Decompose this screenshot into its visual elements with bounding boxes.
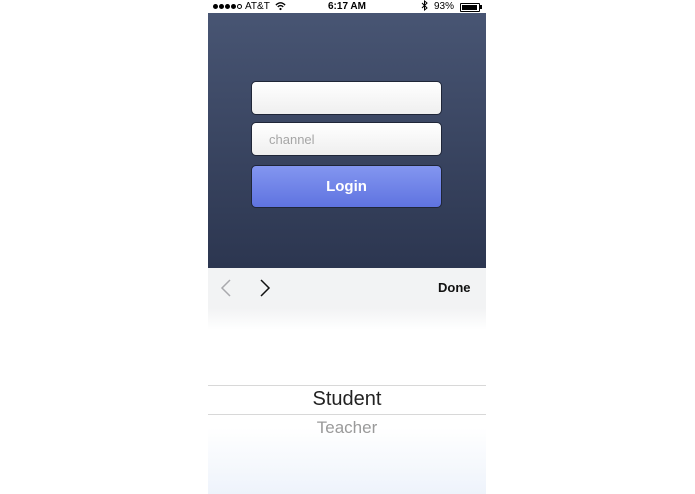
keyboard-accessory-toolbar: Done <box>208 268 486 308</box>
role-picker[interactable]: Student Teacher <box>208 308 486 494</box>
battery-tip <box>480 5 482 9</box>
picker-selection-top-line <box>208 385 486 386</box>
login-button[interactable]: Login <box>251 165 442 208</box>
username-field[interactable] <box>251 81 442 115</box>
phone-screen: AT&T 6:17 AM 93% Login Done Student Teac… <box>208 0 486 494</box>
chevron-left-icon[interactable] <box>217 278 237 298</box>
done-button[interactable]: Done <box>438 280 484 295</box>
battery-percent: 93% <box>434 1 455 12</box>
picker-option-teacher[interactable]: Teacher <box>208 418 486 438</box>
chevron-right-icon[interactable] <box>255 278 275 298</box>
picker-selection-bottom-line <box>208 414 486 415</box>
status-bar: AT&T 6:17 AM 93% <box>208 0 486 13</box>
battery-icon <box>460 3 480 12</box>
channel-field[interactable] <box>251 122 442 156</box>
bluetooth-icon <box>421 0 428 11</box>
login-panel: Login <box>208 13 486 268</box>
picker-option-student[interactable]: Student <box>208 388 486 411</box>
